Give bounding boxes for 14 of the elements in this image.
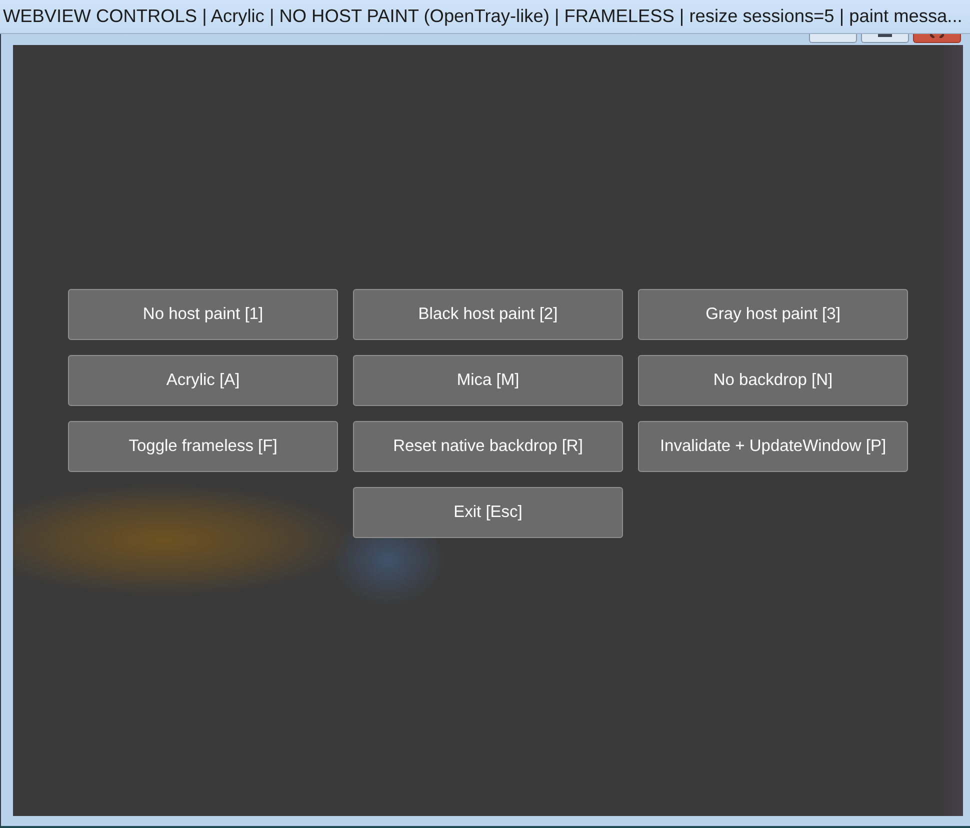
- control-button[interactable]: Exit [Esc]: [353, 487, 623, 538]
- control-button[interactable]: Reset native backdrop [R]: [353, 421, 623, 472]
- control-button[interactable]: Gray host paint [3]: [638, 289, 908, 340]
- close-icon: [930, 34, 944, 38]
- control-button[interactable]: Mica [M]: [353, 355, 623, 406]
- maximize-icon: [878, 34, 892, 37]
- control-button[interactable]: No backdrop [N]: [638, 355, 908, 406]
- window-title: WEBVIEW CONTROLS | Acrylic | NO HOST PAINT (OpenTray-like) | FRAMELESS | resize sessions=5 | paint messa...: [3, 6, 962, 28]
- control-button[interactable]: Invalidate + UpdateWindow [P]: [638, 421, 908, 472]
- control-button[interactable]: Acrylic [A]: [68, 355, 338, 406]
- control-button[interactable]: Toggle frameless [F]: [68, 421, 338, 472]
- control-button[interactable]: No host paint [1]: [68, 289, 338, 340]
- control-button[interactable]: Black host paint [2]: [353, 289, 623, 340]
- maximize-button[interactable]: [861, 34, 909, 43]
